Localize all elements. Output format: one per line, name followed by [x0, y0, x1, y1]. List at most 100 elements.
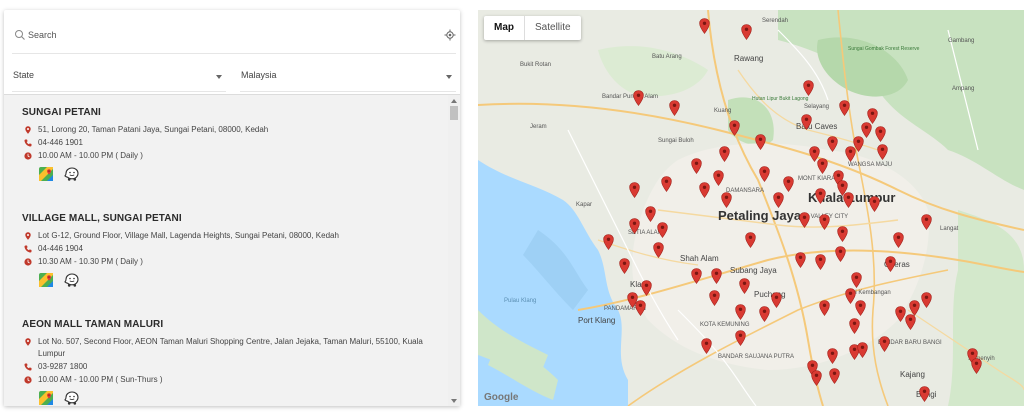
scrollbar-thumb[interactable] [450, 106, 458, 120]
store-pin-icon[interactable] [602, 234, 614, 250]
map-label-port-klang: Port Klang [578, 316, 616, 325]
store-pin-icon[interactable] [640, 280, 652, 296]
store-pin-icon[interactable] [708, 290, 720, 306]
store-pin-icon[interactable] [904, 314, 916, 330]
store-pin-icon[interactable] [782, 176, 794, 192]
scroll-down-arrow-icon[interactable] [451, 399, 457, 403]
store-pin-icon[interactable] [848, 318, 860, 334]
store-pin-icon[interactable] [920, 214, 932, 230]
store-phone[interactable]: 04-446 1901 [22, 137, 442, 149]
store-pin-icon[interactable] [698, 182, 710, 198]
store-pin-icon[interactable] [690, 268, 702, 284]
store-pin-icon[interactable] [690, 158, 702, 174]
store-item[interactable]: AEON MALL TAMAN MALURI Lot No. 507, Seco… [22, 319, 442, 406]
store-pin-icon[interactable] [814, 254, 826, 270]
store-pin-icon[interactable] [712, 170, 724, 186]
map-type-toggle: Map Satellite [484, 16, 581, 40]
store-pin-icon[interactable] [834, 246, 846, 262]
map-label-serendah: Serendah [762, 18, 789, 24]
store-pin-icon[interactable] [970, 358, 982, 374]
store-map[interactable]: Map Satellite Rawang Serendah Batu Arang… [478, 10, 1024, 406]
store-pin-icon[interactable] [632, 90, 644, 106]
store-pin-icon[interactable] [770, 292, 782, 308]
store-phone[interactable]: 04-446 1904 [22, 243, 442, 255]
store-pin-icon[interactable] [634, 300, 646, 316]
map-label-ampang: Ampang [952, 86, 975, 92]
google-maps-icon[interactable] [38, 272, 54, 288]
store-pin-icon[interactable] [628, 218, 640, 234]
store-pin-icon[interactable] [710, 268, 722, 284]
store-pin-icon[interactable] [818, 214, 830, 230]
map-tab[interactable]: Map [484, 16, 525, 40]
store-pin-icon[interactable] [698, 18, 710, 34]
store-pin-icon[interactable] [758, 306, 770, 322]
store-pin-icon[interactable] [644, 206, 656, 222]
store-pin-icon[interactable] [826, 136, 838, 152]
store-pin-icon[interactable] [718, 146, 730, 162]
store-pin-icon[interactable] [838, 100, 850, 116]
store-phone[interactable]: 03-9287 1800 [22, 361, 442, 373]
store-pin-icon[interactable] [850, 272, 862, 288]
store-pin-icon[interactable] [728, 120, 740, 136]
store-pin-icon[interactable] [818, 300, 830, 316]
store-pin-icon[interactable] [794, 252, 806, 268]
store-pin-icon[interactable] [836, 226, 848, 242]
google-maps-icon[interactable] [38, 390, 54, 406]
store-pin-icon[interactable] [772, 192, 784, 208]
store-pin-icon[interactable] [892, 232, 904, 248]
store-pin-icon[interactable] [700, 338, 712, 354]
store-pin-icon[interactable] [920, 292, 932, 308]
store-pin-icon[interactable] [876, 144, 888, 160]
country-select[interactable]: Malaysia [240, 62, 456, 92]
store-pin-icon[interactable] [798, 212, 810, 228]
store-pin-icon[interactable] [800, 114, 812, 130]
store-pin-icon[interactable] [720, 192, 732, 208]
store-pin-icon[interactable] [844, 146, 856, 162]
scroll-up-arrow-icon[interactable] [451, 99, 457, 103]
store-pin-icon[interactable] [628, 182, 640, 198]
state-select[interactable]: State [12, 62, 226, 92]
store-pin-icon[interactable] [740, 24, 752, 40]
store-pin-icon[interactable] [802, 80, 814, 96]
map-label-wangsa-maju: WANGSA MAJU [848, 162, 893, 168]
store-pin-icon[interactable] [856, 342, 868, 358]
store-pin-icon[interactable] [814, 188, 826, 204]
store-pin-icon[interactable] [738, 278, 750, 294]
store-item[interactable]: SUNGAI PETANI 51, Lorong 20, Taman Patan… [22, 107, 442, 184]
map-label-mont-kiara: MONT KIARA [798, 176, 836, 182]
store-pin-icon[interactable] [868, 196, 880, 212]
store-pin-icon[interactable] [826, 348, 838, 364]
store-pin-icon[interactable] [744, 232, 756, 248]
locate-me-icon[interactable] [444, 29, 456, 41]
google-maps-icon[interactable] [38, 166, 54, 182]
store-pin-icon[interactable] [656, 222, 668, 238]
store-pin-icon[interactable] [918, 386, 930, 402]
store-pin-icon[interactable] [828, 368, 840, 384]
store-pin-icon[interactable] [884, 256, 896, 272]
store-pin-icon[interactable] [854, 300, 866, 316]
map-label-gambang: Gambang [948, 38, 975, 44]
store-pin-icon[interactable] [874, 126, 886, 142]
store-pin-icon[interactable] [734, 304, 746, 320]
search-input[interactable] [28, 24, 428, 46]
store-pin-icon[interactable] [816, 158, 828, 174]
store-pin-icon[interactable] [660, 176, 672, 192]
search-icon [15, 30, 25, 40]
store-pin-icon[interactable] [842, 192, 854, 208]
store-pin-icon[interactable] [754, 134, 766, 150]
waze-icon[interactable] [64, 272, 80, 288]
store-pin-icon[interactable] [734, 330, 746, 346]
waze-icon[interactable] [64, 390, 80, 406]
waze-icon[interactable] [64, 166, 80, 182]
store-pin-icon[interactable] [878, 336, 890, 352]
store-item[interactable]: VILLAGE MALL, SUNGAI PETANI Lot G-12, Gr… [22, 213, 442, 290]
list-scrollbar[interactable] [448, 95, 460, 406]
store-pin-icon[interactable] [810, 370, 822, 386]
satellite-tab[interactable]: Satellite [525, 16, 581, 40]
store-pin-icon[interactable] [668, 100, 680, 116]
store-address: Lot No. 507, Second Floor, AEON Taman Ma… [22, 336, 442, 360]
store-pin-icon[interactable] [758, 166, 770, 182]
store-name: AEON MALL TAMAN MALURI [22, 319, 164, 330]
store-pin-icon[interactable] [618, 258, 630, 274]
store-pin-icon[interactable] [652, 242, 664, 258]
